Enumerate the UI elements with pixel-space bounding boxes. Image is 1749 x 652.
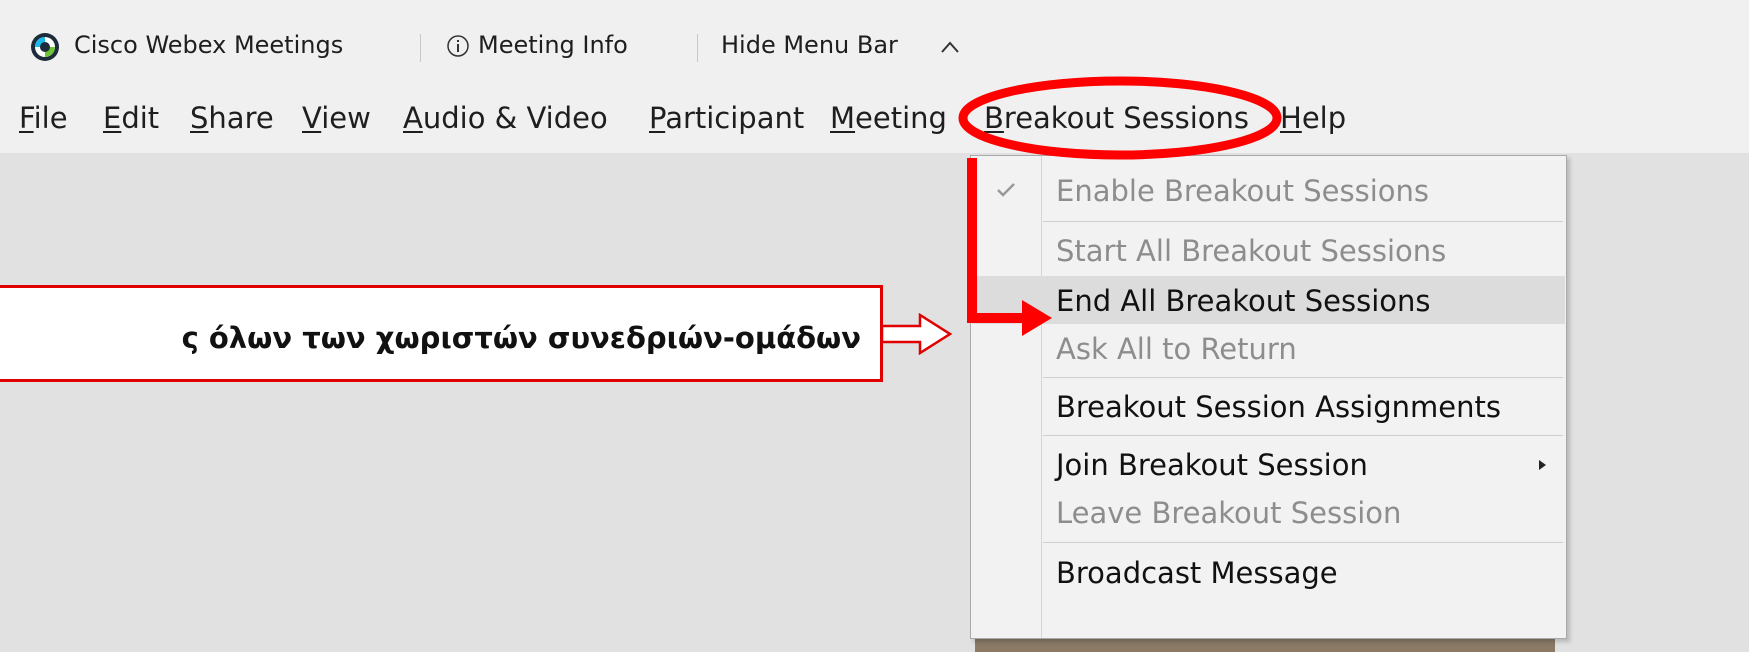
menu-audio-video[interactable]: Audio & Video	[403, 101, 608, 135]
menu-separator	[1043, 221, 1563, 222]
menu-file[interactable]: File	[19, 101, 68, 135]
annotation-callout: ς όλων των χωριστών συνεδριών-ομάδων	[0, 285, 883, 382]
chevron-up-icon[interactable]	[940, 40, 960, 54]
app-name: Cisco Webex Meetings	[74, 31, 344, 59]
title-divider	[697, 34, 698, 62]
menu-item-label: Broadcast Message	[1056, 556, 1338, 590]
menu-item-label: Ask All to Return	[1056, 332, 1297, 366]
menu-item-enable-breakout-sessions[interactable]: Enable Breakout Sessions	[972, 166, 1565, 214]
menu-edit[interactable]: Edit	[103, 101, 159, 135]
menu-help-rest: elp	[1301, 101, 1347, 135]
menu-item-label: Leave Breakout Session	[1056, 496, 1402, 530]
menu-item-label: Join Breakout Session	[1056, 448, 1368, 482]
submenu-arrow-icon	[1539, 460, 1546, 470]
menu-file-rest: ile	[33, 101, 68, 135]
menu-view[interactable]: View	[302, 101, 371, 135]
checkmark-icon	[997, 183, 1015, 197]
menu-item-label: Enable Breakout Sessions	[1056, 174, 1430, 208]
menu-item-join-breakout-session[interactable]: Join Breakout Session	[972, 440, 1565, 488]
menu-separator	[1043, 377, 1563, 378]
menu-separator	[1043, 542, 1563, 543]
menu-item-broadcast-message[interactable]: Broadcast Message	[972, 548, 1565, 596]
menu-separator	[1043, 435, 1563, 436]
title-bar: Cisco Webex Meetings Meeting Info Hide M…	[0, 0, 1749, 88]
menu-item-label: Breakout Session Assignments	[1056, 390, 1501, 424]
info-icon[interactable]	[446, 34, 470, 58]
menu-item-leave-breakout-session[interactable]: Leave Breakout Session	[972, 488, 1565, 536]
menu-breakout-rest: reakout Sessions	[1003, 101, 1250, 135]
menu-participant[interactable]: Participant	[649, 101, 804, 135]
menu-participant-rest: articipant	[665, 101, 805, 135]
menu-item-end-all-breakout-sessions[interactable]: End All Breakout Sessions	[972, 276, 1565, 324]
menu-bar: File Edit Share View Audio & Video Parti…	[0, 88, 1749, 153]
menu-breakout-sessions[interactable]: Breakout Sessions	[984, 101, 1249, 135]
menu-meeting[interactable]: Meeting	[830, 101, 947, 135]
menu-help[interactable]: Help	[1280, 101, 1346, 135]
menu-item-start-all-breakout-sessions[interactable]: Start All Breakout Sessions	[972, 226, 1565, 274]
menu-edit-rest: dit	[121, 101, 160, 135]
video-thumbnail	[975, 639, 1555, 652]
menu-view-rest: iew	[321, 101, 371, 135]
menu-audio-video-rest: udio & Video	[422, 101, 608, 135]
menu-item-label: End All Breakout Sessions	[1056, 284, 1431, 318]
hide-menu-bar-button[interactable]: Hide Menu Bar	[721, 31, 898, 59]
callout-text: ς όλων των χωριστών συνεδριών-ομάδων	[181, 321, 861, 355]
webex-logo-icon	[31, 33, 59, 61]
menu-item-breakout-session-assignments[interactable]: Breakout Session Assignments	[972, 382, 1565, 430]
menu-item-ask-all-to-return[interactable]: Ask All to Return	[972, 324, 1565, 372]
menu-share[interactable]: Share	[190, 101, 274, 135]
menu-meeting-rest: eeting	[855, 101, 947, 135]
meeting-info-button[interactable]: Meeting Info	[478, 31, 628, 59]
title-divider	[420, 34, 421, 62]
menu-item-label: Start All Breakout Sessions	[1056, 234, 1447, 268]
menu-share-rest: hare	[208, 101, 274, 135]
breakout-sessions-dropdown: Enable Breakout Sessions Start All Break…	[970, 155, 1567, 639]
webex-window: Cisco Webex Meetings Meeting Info Hide M…	[0, 0, 1749, 652]
hollow-arrow-icon	[880, 313, 952, 355]
